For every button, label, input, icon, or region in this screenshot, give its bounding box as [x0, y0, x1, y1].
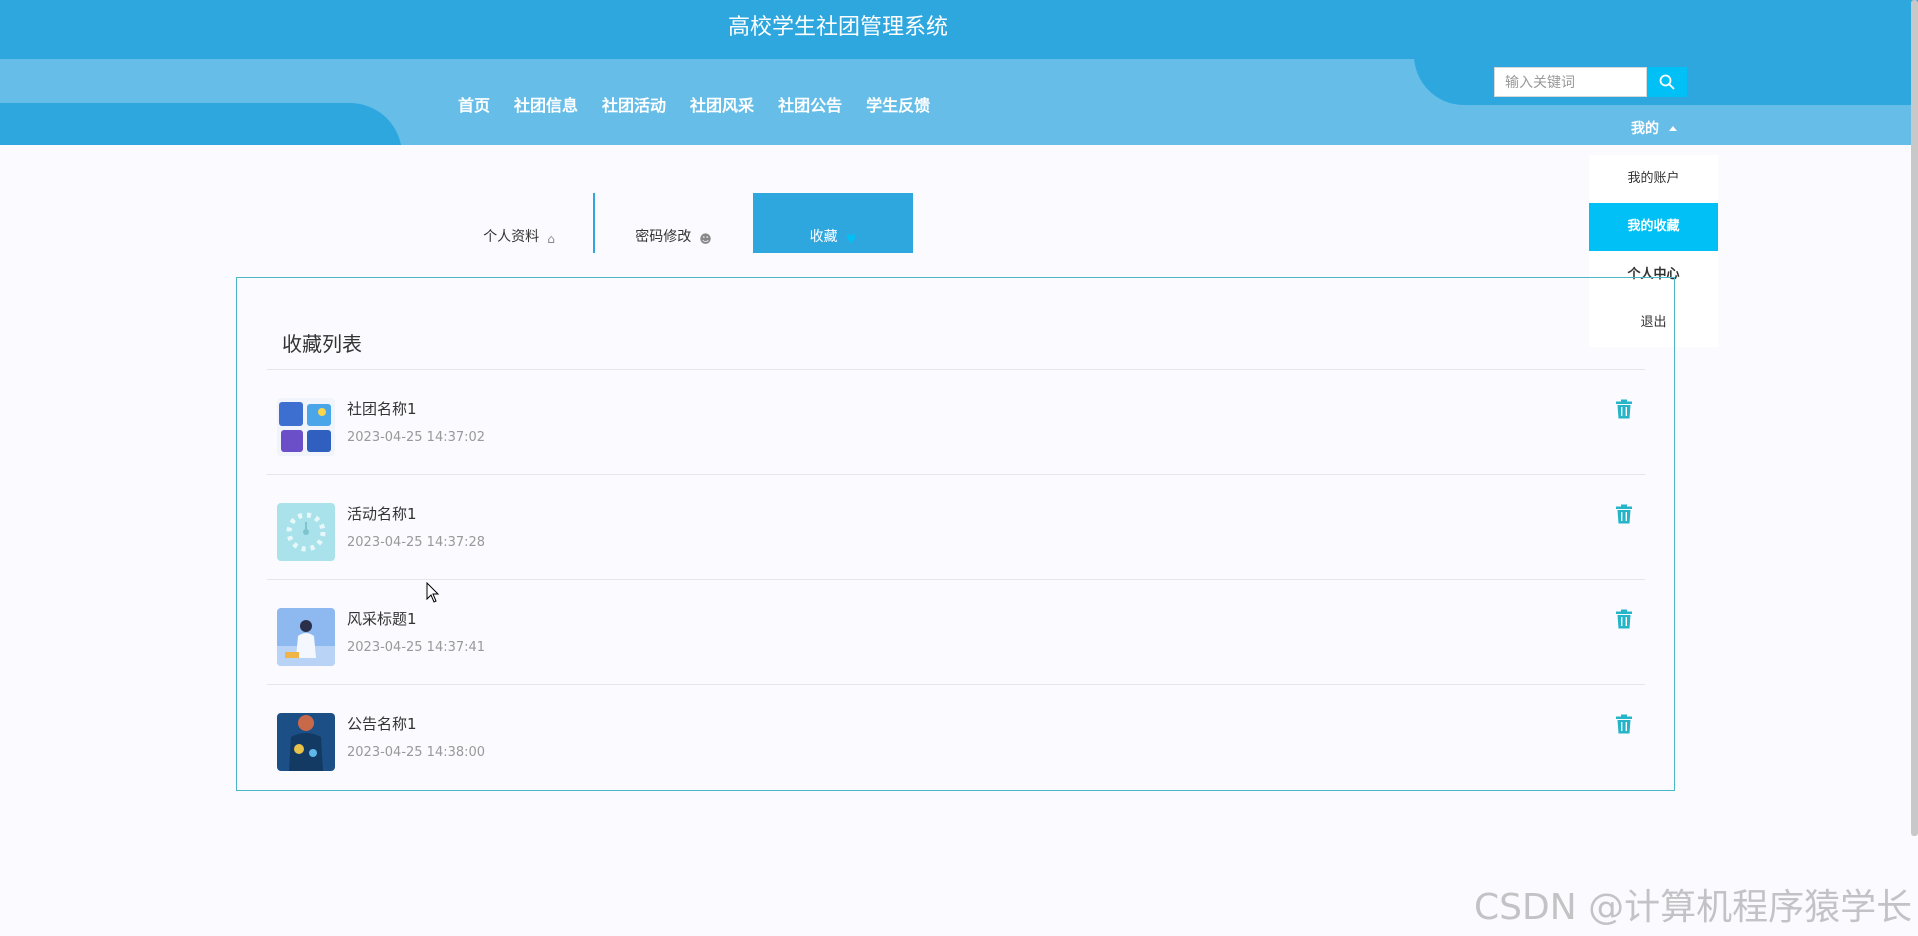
item-thumbnail	[277, 398, 335, 456]
item-time: 2023-04-25 14:37:41	[347, 640, 486, 655]
heart-icon: ♥	[845, 232, 857, 246]
search-input[interactable]	[1494, 67, 1647, 97]
page-scrollbar[interactable]	[1911, 0, 1918, 836]
search-button[interactable]	[1647, 67, 1687, 97]
list-item[interactable]: 风采标题1 2023-04-25 14:37:41	[267, 580, 1645, 685]
trash-icon[interactable]	[1615, 609, 1633, 629]
tab-favorites-label: 收藏	[809, 229, 838, 245]
nav-club-info[interactable]: 社团信息	[514, 92, 578, 116]
site-title: 高校学生社团管理系统	[727, 15, 948, 40]
tab-favorites[interactable]: 收藏 ♥	[753, 193, 913, 253]
list-item[interactable]: 活动名称1 2023-04-25 14:37:28	[267, 475, 1645, 580]
mouse-cursor-icon	[426, 582, 440, 603]
favorites-title: 收藏列表	[282, 332, 362, 356]
user-icon: ☻	[699, 232, 712, 246]
main-nav: 首页 社团信息 社团活动 社团风采 社团公告 学生反馈	[458, 92, 930, 116]
nav-club-notices[interactable]: 社团公告	[778, 92, 842, 116]
nav-home[interactable]: 首页	[458, 92, 490, 116]
trash-icon[interactable]	[1615, 504, 1633, 524]
item-name: 风采标题1	[347, 610, 417, 628]
nav-decor-left	[0, 103, 402, 145]
caret-up-icon	[1669, 125, 1677, 131]
tab-password-label: 密码修改	[635, 229, 692, 245]
search-icon	[1659, 74, 1675, 90]
item-thumbnail	[277, 608, 335, 666]
item-time: 2023-04-25 14:37:28	[347, 535, 486, 550]
list-item[interactable]: 公告名称1 2023-04-25 14:38:00	[267, 685, 1645, 790]
menu-my-account[interactable]: 我的账户	[1589, 155, 1718, 203]
user-menu-toggle[interactable]: 我的	[1624, 117, 1684, 139]
home-icon: ⌂	[547, 232, 555, 246]
item-thumbnail	[277, 503, 335, 561]
menu-my-favorites[interactable]: 我的收藏	[1589, 203, 1718, 251]
nav-club-activities[interactable]: 社团活动	[602, 92, 666, 116]
item-thumbnail	[277, 713, 335, 771]
nav-club-showcase[interactable]: 社团风采	[690, 92, 754, 116]
tab-profile-label: 个人资料	[483, 229, 540, 245]
item-time: 2023-04-25 14:37:02	[347, 430, 486, 445]
item-name: 公告名称1	[347, 715, 417, 733]
tab-profile[interactable]: 个人资料 ⌂	[445, 193, 595, 253]
tab-password[interactable]: 密码修改 ☻	[597, 193, 750, 253]
item-time: 2023-04-25 14:38:00	[347, 745, 486, 760]
item-name: 活动名称1	[347, 505, 417, 523]
item-name: 社团名称1	[347, 400, 417, 418]
list-item[interactable]: 社团名称1 2023-04-25 14:37:02	[267, 370, 1645, 475]
trash-icon[interactable]	[1615, 399, 1633, 419]
trash-icon[interactable]	[1615, 714, 1633, 734]
watermark: CSDN @计算机程序猿学长	[1474, 887, 1913, 928]
user-menu-label: 我的	[1631, 121, 1659, 137]
nav-student-feedback[interactable]: 学生反馈	[866, 92, 930, 116]
